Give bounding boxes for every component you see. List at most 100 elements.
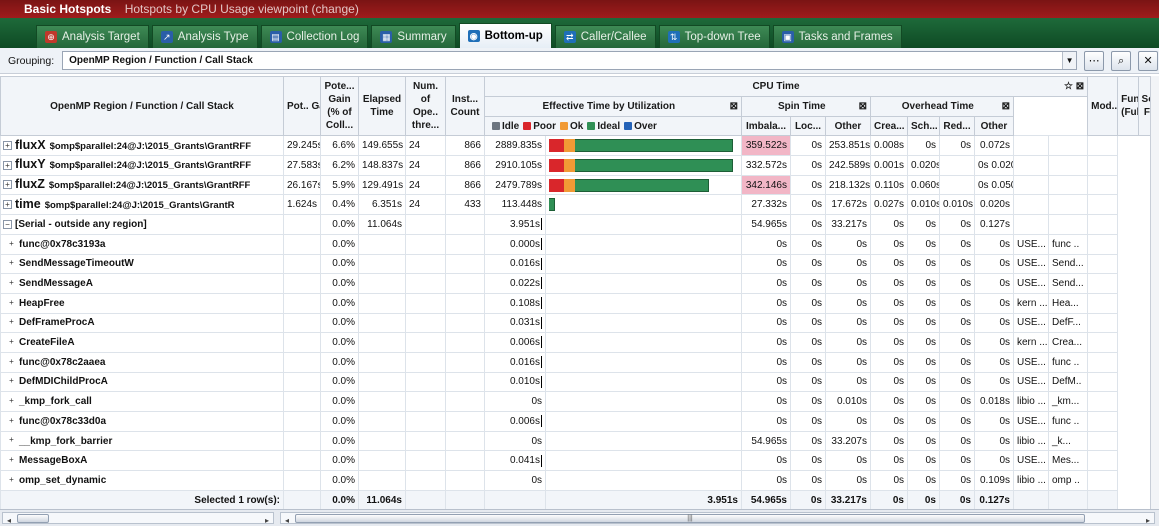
- scroll-left-icon-2[interactable]: ◂: [281, 515, 293, 527]
- left-pane-scrollbar[interactable]: ◂ ▸: [2, 512, 274, 527]
- function-row[interactable]: + SendMessageA 0.0% 0.022s 0s 0s 0s 0s 0s 0s 0s USE…: [0, 273, 1159, 294]
- function-row[interactable]: + __kmp_fork_barrier 0.0% 0s 54.965s 0s 33.207…: [0, 430, 1159, 452]
- expand-icon[interactable]: +: [7, 357, 16, 367]
- collapse-spin-icon[interactable]: ⊠: [859, 100, 867, 113]
- scroll-right-icon-2[interactable]: ▸: [1142, 515, 1154, 527]
- collapse-overhead-icon[interactable]: ⊠: [1002, 100, 1010, 113]
- region-name-cell[interactable]: + fluxX $omp$parallel:24@J:\2015_Grants\Gr…: [0, 135, 284, 157]
- col-header-creation[interactable]: Crea...: [870, 115, 908, 137]
- function-name-cell[interactable]: + func@0x78c3193a: [0, 233, 284, 255]
- expand-icon[interactable]: +: [7, 239, 16, 249]
- function-row[interactable]: + func@0x78c2aaea 0.0% 0.016s 0s 0s 0s 0s 0s 0s 0s…: [0, 351, 1159, 373]
- serial-region-row[interactable]: − [Serial - outside any region] 0.0% 11.064…: [0, 214, 1159, 235]
- expand-icon[interactable]: +: [7, 298, 16, 308]
- function-name-cell[interactable]: + omp_set_dynamic: [0, 470, 284, 491]
- function-row[interactable]: + _kmp_fork_call 0.0% 0s 0s 0s 0.010s 0s 0s 0s 0.0…: [0, 391, 1159, 412]
- region-name-cell[interactable]: + time $omp$parallel:24@J:\2015_Grants\Gra…: [0, 194, 284, 216]
- function-row[interactable]: + DefFrameProcA 0.0% 0.031s 0s 0s 0s 0s 0s 0s 0s US…: [0, 312, 1159, 334]
- collapse-icon[interactable]: −: [3, 219, 12, 229]
- left-pane-scroll-thumb[interactable]: [17, 514, 49, 523]
- function-row[interactable]: + func@0x78c33d0a 0.0% 0.006s 0s 0s 0s 0s 0s 0s 0s…: [0, 411, 1159, 432]
- col-header-reduction[interactable]: Red...: [939, 115, 975, 137]
- expand-icon[interactable]: +: [7, 475, 16, 485]
- col-header-name[interactable]: OpenMP Region / Function / Call Stack: [0, 75, 284, 137]
- settings-button[interactable]: ✕: [1138, 50, 1159, 71]
- tab-analysis-type[interactable]: ↗ Analysis Type: [151, 25, 258, 48]
- function-name-cell[interactable]: + HeapFree: [0, 292, 284, 314]
- region-row[interactable]: + fluxZ $omp$parallel:24@J:\2015_Grants\Gr…: [0, 174, 1159, 196]
- star-icon[interactable]: ☆ ⊠: [1064, 80, 1084, 93]
- scroll-right-icon[interactable]: ▸: [261, 515, 273, 527]
- tab-analysis-target[interactable]: ⊕ Analysis Target: [36, 25, 149, 48]
- right-pane-scrollbar[interactable]: ◂ ||| ▸: [280, 512, 1155, 527]
- expand-icon[interactable]: +: [7, 377, 16, 386]
- col-header-overhead[interactable]: Overhead Time ⊠: [870, 96, 1014, 117]
- col-header-elapsed[interactable]: Elapsed Time: [358, 75, 406, 137]
- function-row[interactable]: + HeapFree 0.0% 0.108s 0s 0s 0s 0s 0s 0s 0s kern ..…: [0, 292, 1159, 314]
- col-header-spin[interactable]: Spin Time ⊠: [741, 96, 871, 117]
- grouping-options-button[interactable]: ⋯: [1084, 50, 1105, 71]
- col-header-cpu-time[interactable]: CPU Time ☆ ⊠: [483, 76, 1089, 97]
- region-name-cell[interactable]: + fluxY $omp$parallel:24@J:\2015_Grants\Gr…: [0, 155, 284, 176]
- function-row[interactable]: + func@0x78c3193a 0.0% 0.000s 0s 0s 0s 0s 0s 0s 0s…: [0, 233, 1159, 255]
- region-row[interactable]: + time $omp$parallel:24@J:\2015_Grants\Gra…: [0, 194, 1159, 216]
- grouping-select[interactable]: OpenMP Region / Function / Call Stack ▼: [62, 51, 1078, 70]
- expand-icon[interactable]: +: [7, 318, 16, 327]
- function-row[interactable]: + SendMessageTimeoutW 0.0% 0.016s 0s 0s 0s 0s 0s…: [0, 253, 1159, 275]
- col-header-inst-count[interactable]: Inst... Count: [445, 75, 485, 137]
- region-row[interactable]: + fluxY $omp$parallel:24@J:\2015_Grants\Gr…: [0, 155, 1159, 176]
- function-row[interactable]: + omp_set_dynamic 0.0% 0s 0s 0s 0s 0s 0s 0s 0.109s…: [0, 470, 1159, 491]
- tab-top-down-tree[interactable]: ⇅ Top-down Tree: [658, 25, 770, 48]
- col-header-lock[interactable]: Loc...: [790, 115, 826, 137]
- function-name-cell[interactable]: + func@0x78c2aaea: [0, 351, 284, 373]
- tab-collection-log[interactable]: ▤ Collection Log: [260, 25, 369, 48]
- expand-icon[interactable]: +: [7, 278, 16, 288]
- expand-icon[interactable]: +: [7, 436, 16, 445]
- serial-name-cell[interactable]: − [Serial - outside any region]: [0, 214, 284, 235]
- col-header-pot-gain[interactable]: Pot.. Gain ▾: [283, 75, 321, 137]
- col-header-num-threads[interactable]: Num. of Ope.. thre...: [405, 75, 446, 137]
- function-row[interactable]: + DefMDIChildProcA 0.0% 0.010s 0s 0s 0s 0s 0s 0s 0…: [0, 371, 1159, 393]
- tab-caller-callee[interactable]: ⇄ Caller/Callee: [554, 25, 656, 48]
- expand-icon[interactable]: +: [3, 160, 12, 170]
- tab-tasks-and-frames[interactable]: ▣ Tasks and Frames: [772, 25, 902, 48]
- right-pane-scroll-thumb[interactable]: |||: [295, 514, 1085, 523]
- function-name-cell[interactable]: + SendMessageA: [0, 273, 284, 294]
- col-header-effective[interactable]: Effective Time by Utilization ⊠: [484, 96, 742, 117]
- function-name-cell[interactable]: + func@0x78c33d0a: [0, 411, 284, 432]
- expand-icon[interactable]: +: [3, 140, 12, 150]
- expand-icon[interactable]: +: [7, 259, 16, 268]
- expand-icon[interactable]: +: [7, 337, 16, 347]
- expand-icon[interactable]: +: [3, 180, 12, 190]
- col-header-function-full[interactable]: Fun... (Full): [1117, 75, 1139, 137]
- chevron-down-icon[interactable]: ▼: [1062, 52, 1077, 69]
- function-name-cell[interactable]: + CreateFileA: [0, 332, 284, 353]
- col-header-imbalance[interactable]: Imbala...: [741, 115, 791, 137]
- function-row[interactable]: + MessageBoxA 0.0% 0.041s 0s 0s 0s 0s 0s 0s 0s USE.…: [0, 450, 1159, 472]
- expand-icon[interactable]: +: [3, 199, 12, 209]
- function-name-cell[interactable]: + SendMessageTimeoutW: [0, 253, 284, 275]
- expand-icon[interactable]: +: [7, 416, 16, 426]
- function-name-cell[interactable]: + DefMDIChildProcA: [0, 371, 284, 393]
- function-name-cell[interactable]: + MessageBoxA: [0, 450, 284, 472]
- function-name-cell[interactable]: + __kmp_fork_barrier: [0, 430, 284, 452]
- col-header-spin-other[interactable]: Other: [825, 115, 871, 137]
- tab-summary[interactable]: ▦ Summary: [371, 25, 456, 48]
- col-header-scheduling[interactable]: Sch...: [907, 115, 940, 137]
- function-name-cell[interactable]: + DefFrameProcA: [0, 312, 284, 334]
- function-row[interactable]: + CreateFileA 0.0% 0.006s 0s 0s 0s 0s 0s 0s 0s kern…: [0, 332, 1159, 353]
- expand-icon[interactable]: +: [7, 456, 16, 465]
- imbalance-cell: 27.332s: [741, 194, 791, 216]
- scroll-left-icon[interactable]: ◂: [3, 515, 15, 527]
- col-header-module[interactable]: Mod...: [1087, 75, 1119, 137]
- col-header-ovh-other[interactable]: Other: [974, 115, 1014, 137]
- expand-icon[interactable]: +: [7, 397, 16, 406]
- region-row[interactable]: + fluxX $omp$parallel:24@J:\2015_Grants\Gr…: [0, 135, 1159, 157]
- function-name-cell[interactable]: + _kmp_fork_call: [0, 391, 284, 412]
- expand-columns-icon[interactable]: ⊠: [730, 100, 738, 113]
- search-button[interactable]: ⌕: [1111, 50, 1132, 71]
- vertical-scrollbar[interactable]: [1150, 76, 1159, 509]
- tab-bottom-up[interactable]: ◉ Bottom-up: [458, 23, 552, 48]
- col-header-pot-gain-pct[interactable]: Pote... Gain (% of Coll...: [320, 75, 359, 137]
- region-name-cell[interactable]: + fluxZ $omp$parallel:24@J:\2015_Grants\Gr…: [0, 174, 284, 196]
